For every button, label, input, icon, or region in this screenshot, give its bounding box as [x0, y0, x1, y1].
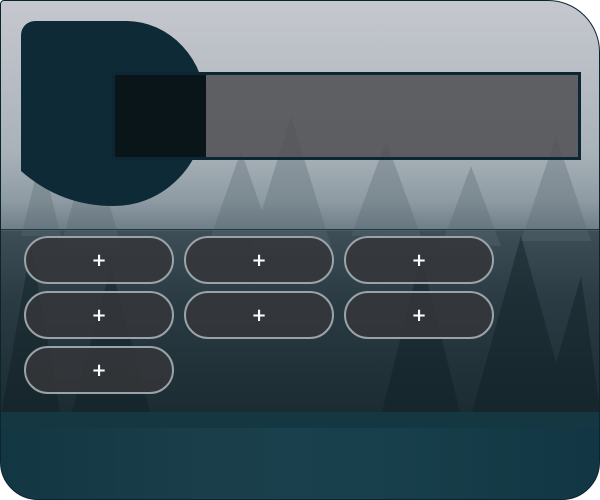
logo-overlap	[115, 75, 206, 157]
calculator-display	[112, 72, 581, 160]
plus-button-4[interactable]: +	[24, 291, 174, 339]
display-panel	[1, 1, 599, 230]
footer-panel	[1, 428, 599, 499]
plus-button-7[interactable]: +	[24, 346, 174, 394]
plus-button-6[interactable]: +	[344, 291, 494, 339]
plus-button-5[interactable]: +	[184, 291, 334, 339]
keypad: + + + + + + +	[24, 236, 504, 401]
plus-button-2[interactable]: +	[184, 236, 334, 284]
plus-button-3[interactable]: +	[344, 236, 494, 284]
bottom-divider	[1, 412, 599, 428]
app-window: + + + + + + +	[0, 0, 600, 500]
plus-button-1[interactable]: +	[24, 236, 174, 284]
